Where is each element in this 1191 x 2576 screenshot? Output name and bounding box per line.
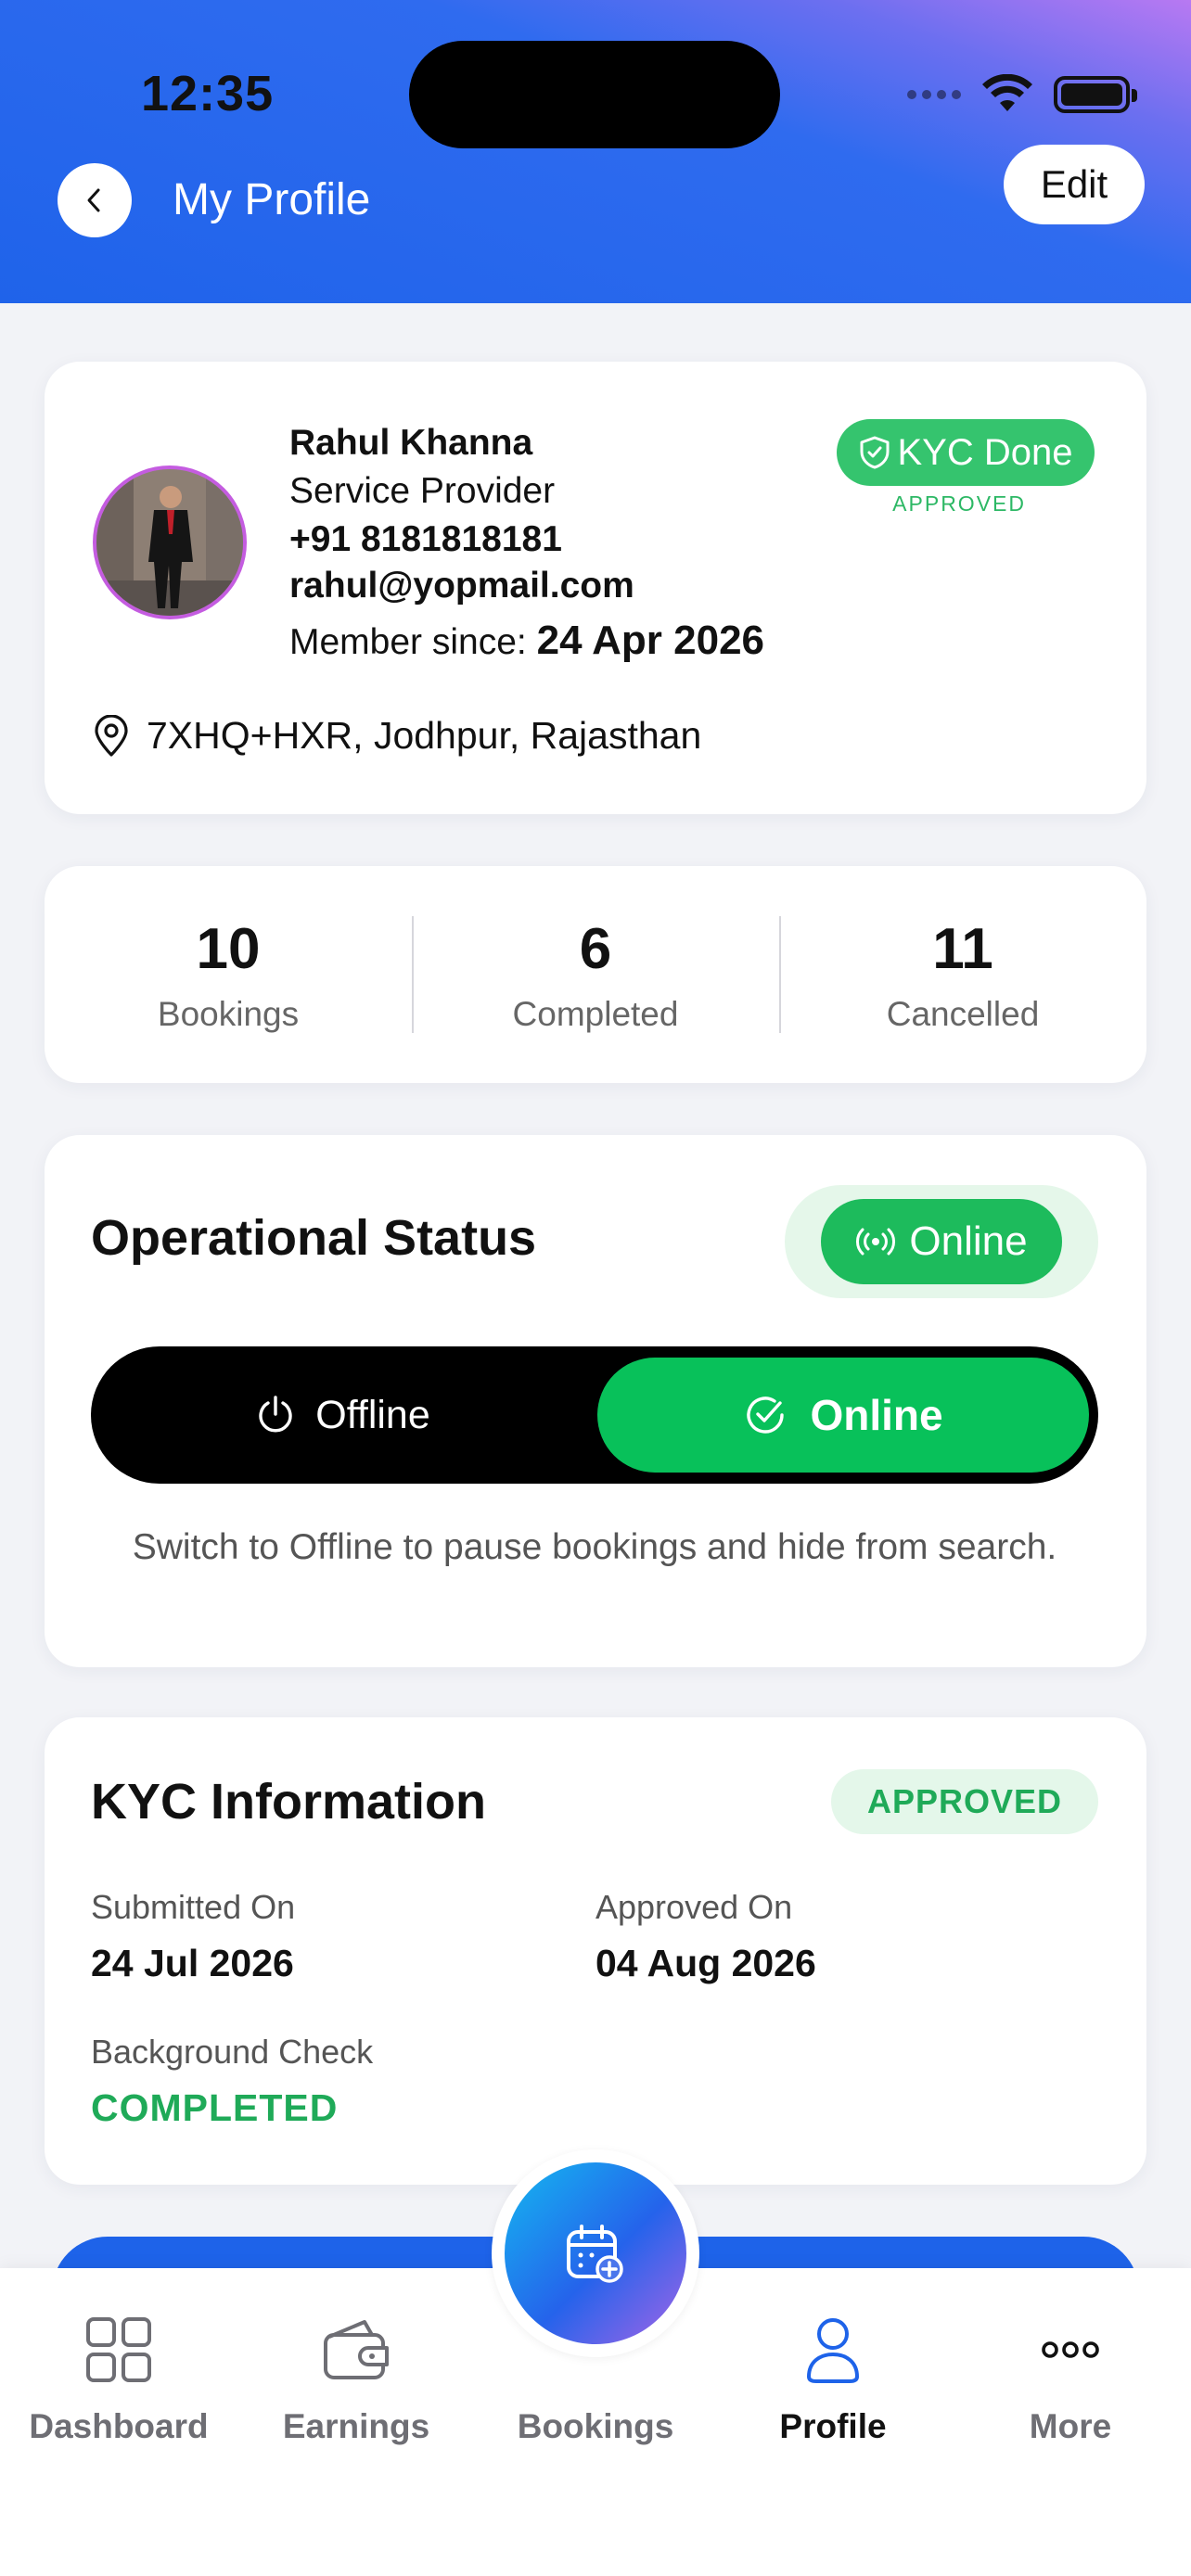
status-icons bbox=[907, 69, 1137, 121]
toggle-offline-label: Offline bbox=[315, 1392, 430, 1437]
profile-card: Rahul Khanna Service Provider +91 818181… bbox=[45, 362, 1146, 814]
stats-card: 10 Bookings 6 Completed 11 Cancelled bbox=[45, 866, 1146, 1083]
stat-label: Cancelled bbox=[886, 994, 1040, 1033]
calendar-add-icon bbox=[567, 2225, 623, 2283]
background-check-label: Background Check bbox=[91, 2033, 374, 2071]
tab-label: Dashboard bbox=[29, 2407, 209, 2445]
kyc-approved-badge: APPROVED bbox=[831, 1769, 1098, 1834]
member-since: Member since: 24 Apr 2026 bbox=[289, 618, 764, 664]
tab-earnings[interactable]: Earnings bbox=[245, 2268, 467, 2500]
kyc-status-badge: KYC Done bbox=[837, 419, 1095, 486]
tab-more[interactable]: More bbox=[959, 2268, 1182, 2500]
stat-value: 10 bbox=[196, 916, 261, 981]
location-pin-icon bbox=[95, 714, 128, 757]
back-button[interactable] bbox=[58, 163, 132, 237]
stat-value: 11 bbox=[932, 916, 993, 981]
dynamic-island bbox=[409, 41, 780, 148]
signal-icon bbox=[907, 90, 961, 99]
kyc-info-card: KYC Information APPROVED Submitted On 24… bbox=[45, 1717, 1146, 2185]
avatar[interactable] bbox=[93, 465, 247, 619]
online-badge-pill: Online bbox=[821, 1199, 1062, 1284]
profile-phone: +91 8181818181 bbox=[289, 519, 562, 559]
battery-icon bbox=[1054, 76, 1137, 113]
tab-label: Bookings bbox=[517, 2407, 674, 2445]
profile-address: 7XHQ+HXR, Jodhpur, Rajasthan bbox=[93, 714, 701, 758]
wallet-icon bbox=[324, 2320, 389, 2379]
member-since-date: 24 Apr 2026 bbox=[536, 618, 765, 663]
chevron-left-icon bbox=[87, 188, 100, 212]
power-icon bbox=[259, 1396, 292, 1433]
user-icon bbox=[806, 2318, 860, 2383]
online-badge-label: Online bbox=[909, 1218, 1028, 1264]
profile-screen: 12:35 My Profile Edit Rahul Khanna Servi… bbox=[0, 0, 1191, 2576]
status-time: 12:35 bbox=[141, 66, 275, 121]
stat-completed[interactable]: 6 Completed bbox=[412, 866, 779, 1083]
profile-role: Service Provider bbox=[289, 471, 556, 511]
stat-value: 6 bbox=[579, 916, 612, 981]
shield-check-icon bbox=[860, 436, 889, 469]
background-check-value: COMPLETED bbox=[91, 2086, 339, 2129]
profile-name: Rahul Khanna bbox=[289, 423, 533, 463]
check-circle-icon bbox=[747, 1396, 785, 1434]
toggle-offline-option[interactable]: Offline bbox=[91, 1346, 594, 1484]
tab-label: Earnings bbox=[282, 2407, 430, 2445]
kyc-badge-label: KYC Done bbox=[897, 431, 1073, 473]
kyc-badge-subtext: APPROVED bbox=[892, 491, 1026, 516]
profile-email: rahul@yopmail.com bbox=[289, 566, 634, 606]
edit-button[interactable]: Edit bbox=[1004, 145, 1145, 224]
new-booking-fab[interactable] bbox=[505, 2162, 686, 2344]
broadcast-icon bbox=[856, 1228, 896, 1256]
wifi-icon bbox=[982, 74, 1032, 111]
tab-label: More bbox=[1029, 2407, 1112, 2445]
status-toggle[interactable]: Offline Online bbox=[91, 1346, 1098, 1484]
grid-icon bbox=[86, 2317, 151, 2382]
tab-label: Profile bbox=[779, 2407, 887, 2445]
tab-dashboard[interactable]: Dashboard bbox=[7, 2268, 230, 2500]
submitted-on-label: Submitted On bbox=[91, 1888, 296, 1926]
stat-bookings[interactable]: 10 Bookings bbox=[45, 866, 412, 1083]
operational-status-card: Operational Status Online Offline Online… bbox=[45, 1135, 1146, 1667]
toggle-online-option[interactable]: Online bbox=[597, 1358, 1089, 1473]
toggle-online-label: Online bbox=[810, 1391, 943, 1439]
stat-cancelled[interactable]: 11 Cancelled bbox=[779, 866, 1146, 1083]
page-title: My Profile bbox=[173, 175, 371, 224]
approved-on-value: 04 Aug 2026 bbox=[596, 1942, 816, 1984]
operational-hint: Switch to Offline to pause bookings and … bbox=[132, 1527, 1057, 1567]
more-icon bbox=[1042, 2341, 1099, 2358]
header: 12:35 My Profile Edit bbox=[0, 0, 1191, 303]
member-since-label: Member since: bbox=[289, 622, 527, 662]
operational-status-title: Operational Status bbox=[91, 1210, 537, 1266]
address-text: 7XHQ+HXR, Jodhpur, Rajasthan bbox=[147, 714, 702, 757]
kyc-info-title: KYC Information bbox=[91, 1774, 486, 1830]
online-status-badge: Online bbox=[785, 1185, 1098, 1298]
submitted-on-value: 24 Jul 2026 bbox=[91, 1942, 294, 1984]
tab-profile[interactable]: Profile bbox=[722, 2268, 944, 2500]
approved-on-label: Approved On bbox=[596, 1888, 793, 1926]
stat-label: Completed bbox=[512, 994, 679, 1033]
stat-label: Bookings bbox=[157, 994, 300, 1033]
